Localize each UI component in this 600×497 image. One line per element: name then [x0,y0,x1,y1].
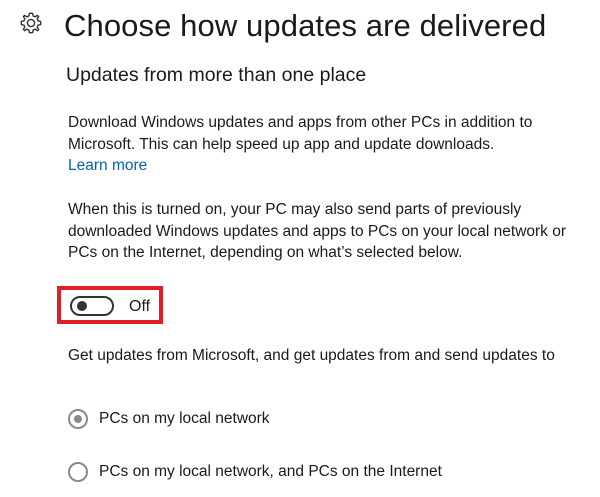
radio-button-selected[interactable] [68,408,88,429]
toggle-state-label: Off [129,298,151,315]
delivery-optimization-toggle[interactable] [70,296,114,316]
gear-icon [18,10,44,36]
radio-option-local-network[interactable]: PCs on my local network [68,408,270,429]
description-paragraph: Download Windows updates and apps from o… [68,112,568,177]
note-paragraph: When this is turned on, your PC may also… [68,201,567,261]
source-options-prompt: Get updates from Microsoft, and get upda… [68,347,555,364]
learn-more-link[interactable]: Learn more [68,157,147,174]
page-title: Choose how updates are delivered [64,8,547,43]
radio-label: PCs on my local network, and PCs on the … [99,463,442,480]
radio-label: PCs on my local network [99,410,270,427]
section-title: Updates from more than one place [66,64,367,86]
toggle-knob [77,301,87,311]
page-header [18,10,44,36]
description-text: Download Windows updates and apps from o… [68,114,533,153]
radio-option-local-and-internet[interactable]: PCs on my local network, and PCs on the … [68,461,442,482]
radio-button-unselected[interactable] [68,461,88,482]
